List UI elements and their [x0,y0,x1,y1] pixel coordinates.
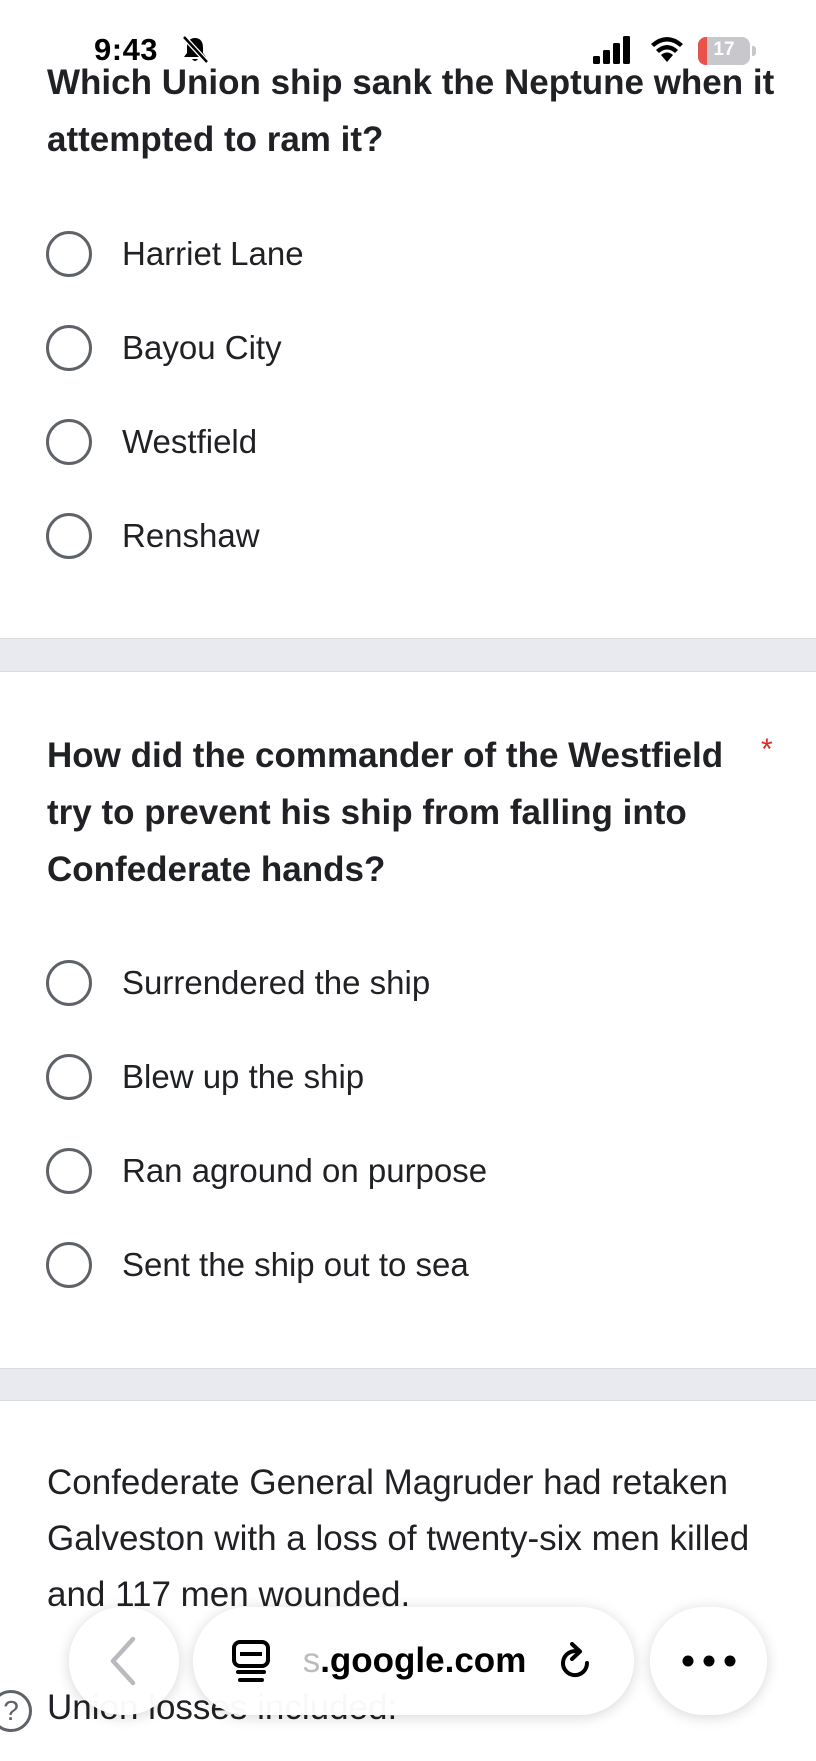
more-dots-icon [682,1655,735,1667]
url-display: s.google.com [303,1641,527,1681]
question-title: Which Union ship sank the Neptune when i… [47,63,775,159]
cellular-signal-icon [593,36,630,64]
reload-icon[interactable] [556,1639,596,1683]
option-label: Harriet Lane [122,235,304,272]
radio-circle[interactable] [46,231,92,277]
radio-circle[interactable] [46,1242,92,1288]
status-bar: 9:43 17 [0,0,816,67]
option-label: Bayou City [122,329,282,366]
bell-muted-icon [182,35,209,64]
info-paragraph: Confederate General Magruder had retaken… [47,1463,750,1614]
question-title: How did the commander of the Westfield t… [47,736,724,889]
radio-option-renshaw[interactable]: Renshaw [46,508,746,564]
url-domain: .google.com [320,1641,527,1680]
page-menu-icon[interactable] [231,1639,271,1683]
radio-circle[interactable] [46,419,92,465]
option-label: Sent the ship out to sea [122,1246,469,1283]
radio-option-bayou-city[interactable]: Bayou City [46,320,746,376]
option-label: Surrendered the ship [122,964,431,1001]
radio-circle[interactable] [46,325,92,371]
radio-circle[interactable] [46,1054,92,1100]
url-prefix: s [302,1641,321,1680]
option-label: Renshaw [122,517,260,554]
status-time: 9:43 [94,32,159,67]
option-label: Westfield [122,423,258,460]
option-label: Ran aground on purpose [122,1152,488,1189]
radio-circle[interactable] [46,960,92,1006]
option-label: Blew up the ship [122,1058,365,1095]
chevron-left-icon [110,1636,136,1686]
battery-icon: 17 [698,37,756,65]
radio-option-blew-up[interactable]: Blew up the ship [46,1049,746,1105]
question-card-1: Which Union ship sank the Neptune when i… [0,0,816,639]
required-marker: * [761,733,773,766]
radio-circle[interactable] [46,1148,92,1194]
radio-circle[interactable] [46,513,92,559]
address-bar[interactable]: s.google.com [193,1607,634,1715]
radio-option-sent-to-sea[interactable]: Sent the ship out to sea [46,1237,746,1293]
radio-option-ran-aground[interactable]: Ran aground on purpose [46,1143,746,1199]
wifi-icon [651,37,683,62]
battery-level: 17 [713,39,735,60]
radio-option-surrendered[interactable]: Surrendered the ship [46,955,746,1011]
radio-option-harriet-lane[interactable]: Harriet Lane [46,226,746,282]
back-button[interactable] [69,1607,179,1715]
radio-option-westfield[interactable]: Westfield [46,414,746,470]
more-options-button[interactable] [650,1607,767,1715]
